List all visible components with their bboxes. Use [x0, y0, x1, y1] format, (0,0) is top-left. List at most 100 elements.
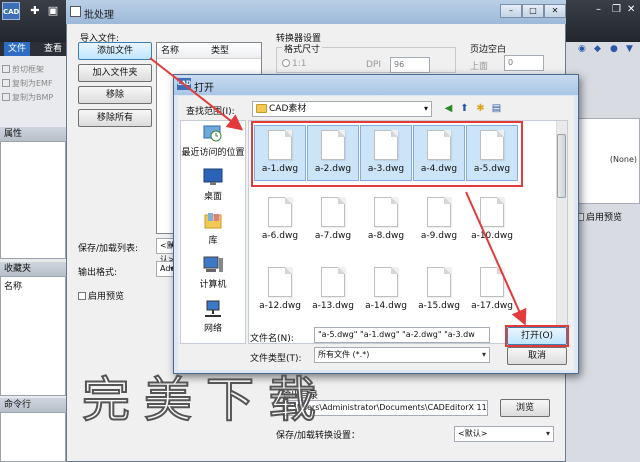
filename-input[interactable]: "a-5.dwg" "a-1.dwg" "a-2.dwg" "a-3.dw [314, 327, 490, 343]
look-in-label: 查找范围(I): [186, 107, 235, 117]
batch-dialog-title: 批处理 [84, 10, 114, 21]
radio-icon [282, 59, 290, 67]
output-format-label: 输出格式: [78, 268, 118, 278]
favorites-panel: 名称 [0, 276, 66, 396]
cad-app-icon: CAD [177, 78, 191, 90]
margin-top-field[interactable]: 0 [504, 55, 544, 71]
dpi-field[interactable]: 96 [390, 57, 430, 73]
open-dialog-titlebar [174, 75, 578, 95]
back-icon[interactable]: ◀ [442, 102, 455, 115]
place-libraries[interactable]: 库 [180, 212, 246, 246]
favorites-name-column: 名称 [4, 282, 23, 292]
minimize-icon[interactable]: – [596, 4, 601, 16]
info-icon[interactable]: ● [610, 44, 620, 54]
properties-panel-header: 属性 [0, 127, 66, 141]
batch-dialog-icon [70, 6, 81, 17]
format-size-label: 格式尺寸 [282, 42, 323, 55]
ratio-radio[interactable]: 1:1 [282, 59, 306, 69]
network-icon [205, 300, 221, 317]
view-menu-icon[interactable]: ▤ [490, 102, 503, 115]
file-item[interactable]: a-7.dwg [307, 193, 359, 249]
batch-dialog-titlebar [66, 0, 566, 24]
dwg-file-icon [321, 267, 345, 297]
settings-icon[interactable]: ◆ [594, 44, 604, 54]
app-enable-preview-checkbox[interactable]: 启用预览 [576, 210, 622, 223]
batch-enable-preview-checkbox[interactable]: 启用预览 [78, 289, 124, 302]
command-line-header: 命令行 [0, 398, 66, 412]
place-desktop[interactable]: 桌面 [180, 168, 246, 202]
margin-top-label: 上面 [470, 62, 489, 72]
file-item[interactable]: a-10.dwg [466, 193, 518, 249]
remove-all-button[interactable]: 移除所有 [78, 109, 152, 127]
new-folder-icon[interactable]: ✱ [474, 102, 487, 115]
folder-icon [256, 104, 267, 113]
dwg-file-icon [268, 267, 292, 297]
tab-file[interactable]: 文件 [4, 42, 31, 56]
command-line-panel[interactable] [0, 412, 66, 462]
dwg-file-icon [480, 197, 504, 227]
dwg-file-icon [480, 267, 504, 297]
computer-icon [203, 256, 223, 272]
dwg-file-icon [374, 197, 398, 227]
batch-minimize-button[interactable]: – [500, 4, 522, 18]
save-load-settings-combo[interactable]: <默认> [454, 426, 554, 442]
file-list-header: 名称 类型 [157, 43, 261, 59]
dwg-file-icon [268, 197, 292, 227]
new-file-icon[interactable]: ✚ [28, 4, 42, 18]
save-load-list-label: 保存/加载列表: [78, 244, 139, 254]
app-logo[interactable]: CAD [2, 2, 20, 20]
selection-highlight-box [251, 121, 523, 187]
place-computer[interactable]: 计算机 [180, 256, 246, 290]
add-folder-button[interactable]: 加入文件夹 [78, 64, 152, 82]
checkbox-icon [78, 292, 86, 300]
remove-button[interactable]: 移除 [78, 86, 152, 104]
recent-places-icon [203, 125, 222, 142]
restore-icon[interactable]: ❐ [612, 4, 621, 16]
dpi-label: DPI [366, 60, 382, 70]
dwg-file-icon [427, 267, 451, 297]
file-item[interactable]: a-9.dwg [413, 193, 465, 249]
batch-maximize-button[interactable]: □ [522, 4, 544, 18]
cut-frame-icon [2, 65, 10, 73]
margins-label: 页边空白 [470, 45, 507, 55]
browse-button[interactable]: 浏览 [500, 399, 550, 417]
file-item[interactable]: a-15.dwg [413, 263, 465, 319]
name-column-header[interactable]: 名称 [157, 43, 207, 59]
tool-copy-bmp[interactable]: 复制为BMP [2, 92, 64, 104]
close-icon[interactable]: ✕ [627, 4, 635, 16]
help-icon[interactable]: ◉ [578, 44, 588, 54]
libraries-icon [204, 213, 222, 229]
cancel-button[interactable]: 取消 [507, 347, 567, 365]
place-network[interactable]: 网络 [180, 300, 246, 334]
filetype-select[interactable]: 所有文件 (*.*) [314, 347, 490, 363]
desktop-icon [203, 168, 223, 185]
open-folder-icon[interactable]: ▣ [46, 4, 60, 18]
file-item[interactable]: a-14.dwg [360, 263, 412, 319]
file-item[interactable]: a-8.dwg [360, 193, 412, 249]
up-folder-icon[interactable]: ⬆ [458, 102, 471, 115]
tab-view[interactable]: 查看 [40, 42, 66, 56]
toggle-icon[interactable]: ▼ [626, 44, 636, 54]
watermark-text: 完美下载 [81, 371, 331, 429]
file-item[interactable]: a-13.dwg [307, 263, 359, 319]
copy-bmp-icon [2, 93, 10, 101]
open-button-highlight [505, 325, 569, 347]
dwg-file-icon [427, 197, 451, 227]
place-recent[interactable]: 最近访问的位置 [180, 124, 246, 158]
type-column-header[interactable]: 类型 [207, 43, 229, 59]
file-item[interactable]: a-17.dwg [466, 263, 518, 319]
look-in-combo[interactable]: CAD素材 [252, 101, 432, 117]
open-dialog-title: 打开 [194, 83, 214, 94]
batch-close-button[interactable]: ✕ [544, 4, 566, 18]
add-file-button[interactable]: 添加文件 [78, 42, 152, 60]
favorites-panel-header: 收藏夹 [0, 262, 66, 276]
dwg-file-icon [374, 267, 398, 297]
file-item[interactable]: a-6.dwg [254, 193, 306, 249]
tool-copy-emf[interactable]: 复制为EMF [2, 78, 64, 90]
tool-cut-frame[interactable]: 剪切框架 [2, 64, 64, 76]
scrollbar-thumb[interactable] [557, 134, 566, 198]
copy-emf-icon [2, 79, 10, 87]
preview-area: (None) [576, 118, 640, 204]
file-item[interactable]: a-12.dwg [254, 263, 306, 319]
properties-panel [0, 141, 66, 259]
